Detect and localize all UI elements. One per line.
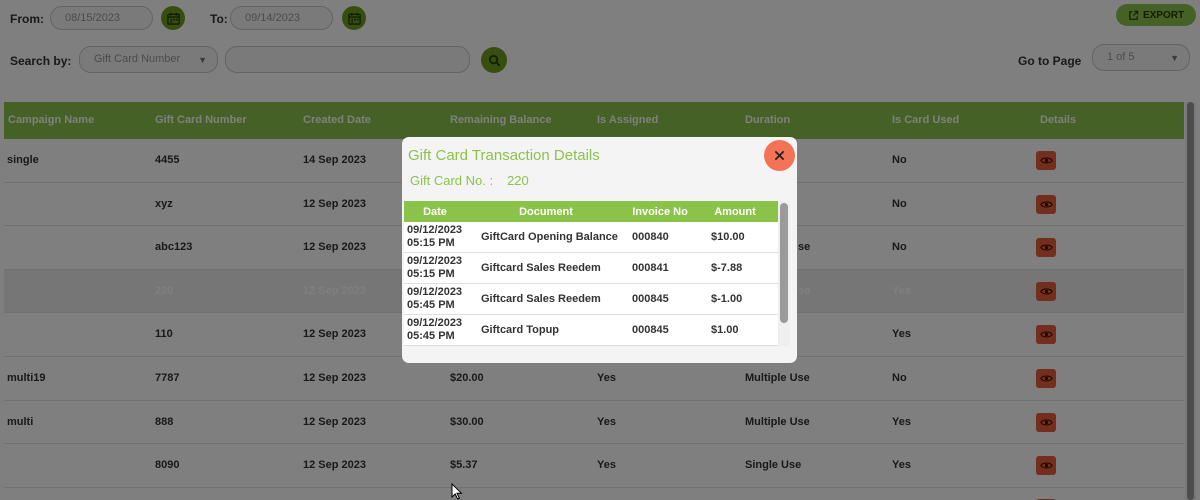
transaction-date-value: 09/12/2023	[407, 286, 463, 298]
transaction-row: 09/12/2023 05:15 PM Giftcard Sales Reedem…	[404, 253, 778, 284]
transaction-time-value: 05:45 PM	[407, 330, 455, 342]
transaction-date-value: 09/12/2023	[407, 224, 463, 236]
transactions-header: Date Document Invoice No Amount	[404, 201, 778, 222]
transaction-document: Giftcard Sales Reedem	[481, 262, 601, 274]
transaction-date-value: 09/12/2023	[407, 255, 463, 267]
transaction-amount: $-1.00	[711, 293, 743, 305]
transaction-amount: $1.00	[711, 324, 739, 336]
transaction-amount: $-7.88	[711, 262, 743, 274]
column-header: Amount	[714, 206, 756, 218]
transaction-time-value: 05:15 PM	[407, 237, 455, 249]
close-icon	[774, 150, 785, 161]
modal-title: Gift Card Transaction Details	[408, 147, 600, 164]
transaction-date: 09/12/2023 05:45 PM	[407, 286, 462, 312]
transaction-invoice: 000841	[632, 262, 669, 274]
transaction-amount: $10.00	[711, 231, 745, 243]
transaction-date-value: 09/12/2023	[407, 317, 463, 329]
transaction-document: GiftCard Opening Balance	[481, 231, 618, 243]
transaction-time-value: 05:15 PM	[407, 268, 455, 280]
transactions-scrollbar-thumb[interactable]	[780, 203, 788, 323]
gift-card-number-value: 220	[507, 173, 529, 188]
gift-card-number-line: Gift Card No. : 220	[410, 173, 529, 188]
column-header: Invoice No	[632, 206, 688, 218]
transaction-row: 09/12/2023 05:15 PM GiftCard Opening Bala…	[404, 222, 778, 253]
transaction-document: Giftcard Sales Reedem	[481, 293, 601, 305]
transactions-table: Date Document Invoice No Amount 09/12/20…	[404, 201, 778, 346]
transaction-date: 09/12/2023 05:15 PM	[407, 255, 462, 281]
gift-card-number-label: Gift Card No. :	[410, 173, 494, 188]
transaction-date: 09/12/2023 05:15 PM	[407, 224, 462, 250]
transaction-time-value: 05:45 PM	[407, 299, 455, 311]
transaction-invoice: 000845	[632, 293, 669, 305]
column-header: Document	[519, 206, 573, 218]
mouse-pointer-icon	[451, 483, 463, 500]
transaction-document: Giftcard Topup	[481, 324, 560, 336]
close-button[interactable]	[764, 140, 795, 171]
column-header: Date	[423, 206, 447, 218]
transaction-row: 09/12/2023 05:45 PM Giftcard Sales Reedem…	[404, 284, 778, 315]
transaction-invoice: 000845	[632, 324, 669, 336]
transaction-invoice: 000840	[632, 231, 669, 243]
transaction-row: 09/12/2023 05:45 PM Giftcard Topup 000845…	[404, 315, 778, 346]
transaction-details-modal: Gift Card Transaction Details Gift Card …	[402, 137, 797, 363]
transaction-date: 09/12/2023 05:45 PM	[407, 317, 462, 343]
transactions-scrollbar[interactable]	[778, 201, 790, 346]
